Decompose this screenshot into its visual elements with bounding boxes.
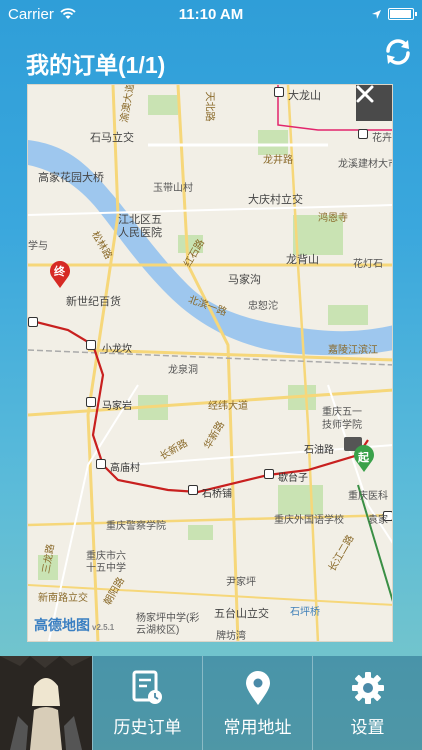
map-label: 石桥铺 xyxy=(202,489,232,500)
map-label: 经纬大道 xyxy=(208,401,248,412)
map-label: 五台山立交 xyxy=(214,608,269,620)
tab-settings-label: 设置 xyxy=(350,717,385,737)
map-label: 玉带山村 xyxy=(153,183,193,194)
carrier-label: Carrier xyxy=(8,5,54,23)
map-label: 石马立交 xyxy=(90,132,134,144)
map-label: 新世纪百货 xyxy=(66,296,121,308)
map-label: 牌坊湾 xyxy=(216,631,246,642)
status-bar: Carrier 11:10 AM xyxy=(0,0,422,28)
location-arrow-icon xyxy=(372,9,381,19)
map-label: 龙背山 xyxy=(286,254,319,266)
tab-common-addresses[interactable]: 常用地址 xyxy=(202,656,312,750)
map-label: 花卉 xyxy=(372,133,392,144)
map-label: 马家岩 xyxy=(102,401,132,412)
start-marker-label: 起 xyxy=(358,452,369,464)
close-icon xyxy=(356,85,374,103)
wifi-icon xyxy=(60,8,76,19)
order-map[interactable]: 石马立交 高家花园大桥 玉带山村 江北区五 人民医院 松林路 红石路 新世纪百货… xyxy=(27,84,393,642)
map-label: 重庆医科 xyxy=(348,491,388,502)
header: 我的订单(1/1) xyxy=(0,36,422,84)
map-label: 十五中学 xyxy=(86,563,126,574)
map-label: 重庆外国语学校 xyxy=(274,515,344,526)
map-label: 高庙村 xyxy=(110,463,140,474)
map-label: 石坪桥 xyxy=(290,607,320,618)
map-label: 大龙山 xyxy=(288,90,321,102)
map-provider-logo: 高德地图 v2.5.1 xyxy=(34,615,114,635)
history-order-icon xyxy=(132,670,162,704)
tab-settings[interactable]: 设置 xyxy=(312,656,422,750)
tab-common-addresses-label: 常用地址 xyxy=(223,717,292,737)
map-label: 袁家 xyxy=(368,515,388,526)
end-marker-label: 终 xyxy=(54,266,65,278)
map-label: 大庆村立交 xyxy=(248,194,303,206)
start-marker[interactable]: 起 xyxy=(344,437,378,473)
map-logo-version: v2.5.1 xyxy=(92,623,115,632)
end-marker[interactable]: 终 xyxy=(48,259,72,289)
refresh-icon xyxy=(386,39,410,65)
map-label: 嘉陵江滨江 xyxy=(328,345,378,356)
tab-history-orders-label: 历史订单 xyxy=(113,717,182,737)
map-label: 重庆警察学院 xyxy=(106,521,166,532)
map-label: 龙井路 xyxy=(263,155,293,166)
map-label: 歇台子 xyxy=(278,473,308,484)
bottom-tab-bar: 历史订单 常用地址 设置 xyxy=(0,656,422,750)
map-label: 马家沟 xyxy=(228,274,261,286)
map-label: 忠恕沱 xyxy=(248,301,278,312)
map-label: 新南路立交 xyxy=(38,593,88,604)
map-label: 高家花园大桥 xyxy=(38,172,104,184)
avatar[interactable] xyxy=(0,656,92,750)
tab-history-orders[interactable]: 历史订单 xyxy=(92,656,202,750)
map-label: 技师学院 xyxy=(322,420,362,431)
map-label: 龙泉洞 xyxy=(168,365,198,376)
map-label: 学与 xyxy=(28,241,48,252)
map-label: 龙溪建材大市 xyxy=(338,159,393,170)
map-label: 鸿恩寺 xyxy=(318,213,348,224)
refresh-button[interactable] xyxy=(382,36,414,68)
close-map-button[interactable] xyxy=(356,85,392,121)
map-label: 人民医院 xyxy=(118,227,162,239)
map-label: 石油路 xyxy=(304,445,334,456)
map-label: 花灯石 xyxy=(353,259,383,270)
battery-icon xyxy=(388,8,417,20)
map-label: 云湖校区) xyxy=(136,625,180,636)
map-logo-text: 高德地图 xyxy=(34,617,90,633)
map-label: 天北路 xyxy=(203,91,215,122)
gear-icon xyxy=(351,671,384,704)
map-label: 小龙坎 xyxy=(102,344,132,355)
map-label: 尹家坪 xyxy=(226,577,256,588)
avatar-image xyxy=(0,656,92,750)
page-title: 我的订单(1/1) xyxy=(26,52,166,78)
location-pin-icon xyxy=(245,670,270,705)
